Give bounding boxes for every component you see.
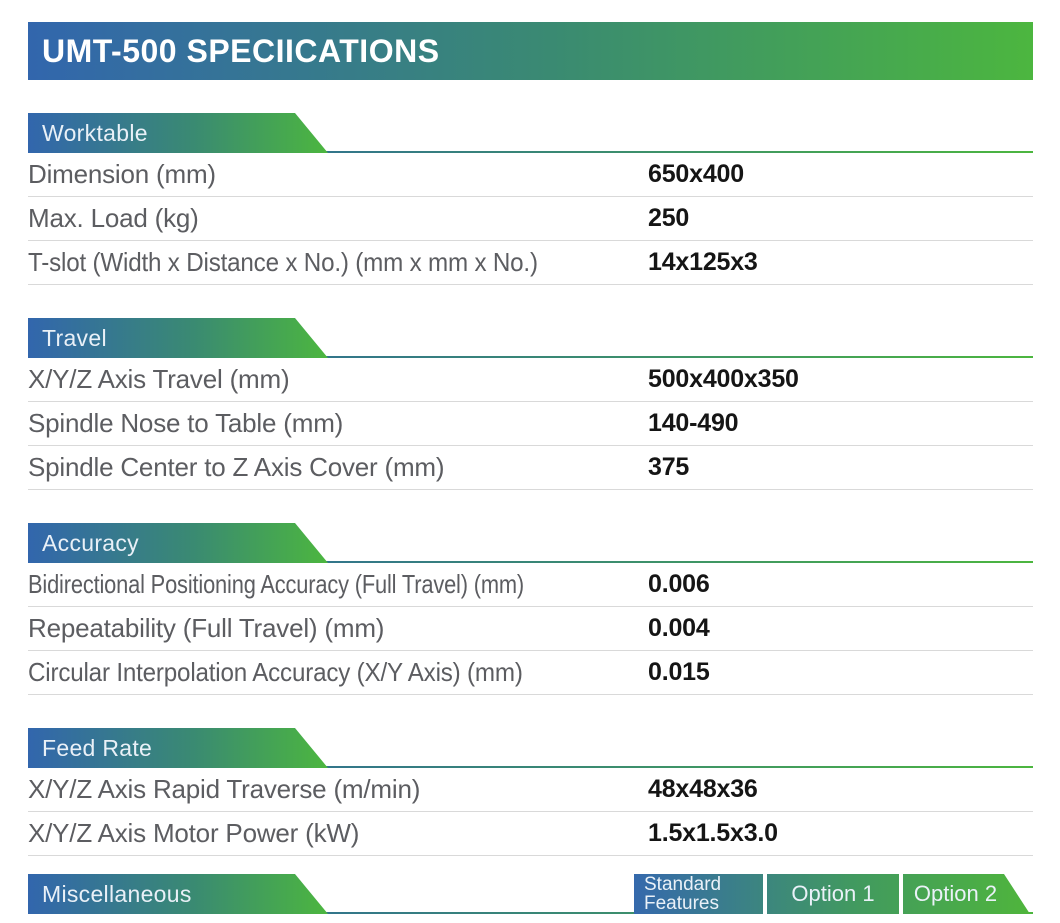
spec-value: 0.006 (648, 570, 710, 599)
column-header-line: Features (644, 894, 719, 913)
section-miscellaneous: Miscellaneous Standard Features Option 1… (28, 874, 1033, 914)
section-header-row: Accuracy (28, 523, 1033, 563)
section-banner: Accuracy (28, 523, 328, 563)
section-heading: Miscellaneous (42, 881, 192, 908)
spec-label: X/Y/Z Axis Motor Power (kW) (28, 818, 359, 849)
spec-value: 0.015 (648, 658, 710, 687)
section-heading: Worktable (42, 120, 148, 147)
option-header-block: Standard Features Option 1 Option 2 (634, 874, 1030, 914)
spec-label: Repeatability (Full Travel) (mm) (28, 613, 384, 644)
spec-value: 375 (648, 453, 689, 482)
column-header-line: Option 1 (791, 881, 874, 907)
section-header-row: Travel (28, 318, 1033, 358)
spec-value: 140-490 (648, 409, 738, 438)
page-title: UMT-500 SPECIICATIONS (42, 33, 440, 70)
section-accuracy: Accuracy Bidirectional Positioning Accur… (28, 523, 1033, 695)
column-header-standard-features: Standard Features (634, 874, 763, 914)
spec-row: Dimension (mm) 650x400 (28, 153, 1033, 197)
spec-value: 1.5x1.5x3.0 (648, 819, 778, 848)
spec-row: Max. Load (kg) 250 (28, 197, 1033, 241)
title-bar: UMT-500 SPECIICATIONS (28, 22, 1033, 80)
section-heading: Accuracy (42, 530, 139, 557)
section-banner: Travel (28, 318, 328, 358)
section-header-row: Worktable (28, 113, 1033, 153)
column-header-line: Option 2 (914, 881, 997, 907)
section-heading: Feed Rate (42, 735, 152, 762)
section-header-row: Miscellaneous Standard Features Option 1… (28, 874, 1033, 914)
section-heading: Travel (42, 325, 107, 352)
spec-label: X/Y/Z Axis Rapid Traverse (m/min) (28, 774, 420, 805)
spec-label: Spindle Nose to Table (mm) (28, 408, 343, 439)
section-travel: Travel X/Y/Z Axis Travel (mm) 500x400x35… (28, 318, 1033, 490)
section-banner: Miscellaneous (28, 874, 328, 914)
spec-value: 48x48x36 (648, 775, 758, 804)
spec-row: X/Y/Z Axis Rapid Traverse (m/min) 48x48x… (28, 768, 1033, 812)
section-header-row: Feed Rate (28, 728, 1033, 768)
spec-value: 650x400 (648, 160, 744, 189)
spec-row: T-slot (Width x Distance x No.) (mm x mm… (28, 241, 1033, 285)
spec-row: Repeatability (Full Travel) (mm) 0.004 (28, 607, 1033, 651)
spec-label: Circular Interpolation Accuracy (X/Y Axi… (28, 657, 523, 688)
spec-row: Spindle Center to Z Axis Cover (mm) 375 (28, 446, 1033, 490)
spec-label: X/Y/Z Axis Travel (mm) (28, 364, 289, 395)
spec-label: T-slot (Width x Distance x No.) (mm x mm… (28, 247, 538, 278)
spec-row: Bidirectional Positioning Accuracy (Full… (28, 563, 1033, 607)
spec-value: 14x125x3 (648, 248, 758, 277)
spec-row: Spindle Nose to Table (mm) 140-490 (28, 402, 1033, 446)
spec-value: 0.004 (648, 614, 710, 643)
column-header-option-1: Option 1 (767, 874, 899, 914)
spec-label: Bidirectional Positioning Accuracy (Full… (28, 569, 524, 600)
spec-row: Circular Interpolation Accuracy (X/Y Axi… (28, 651, 1033, 695)
spec-label: Max. Load (kg) (28, 203, 199, 234)
spec-value: 500x400x350 (648, 365, 799, 394)
spec-sheet: UMT-500 SPECIICATIONS Worktable Dimensio… (28, 0, 1033, 914)
section-banner: Feed Rate (28, 728, 328, 768)
section-worktable: Worktable Dimension (mm) 650x400 Max. Lo… (28, 113, 1033, 285)
spec-row: X/Y/Z Axis Travel (mm) 500x400x350 (28, 358, 1033, 402)
spec-label: Spindle Center to Z Axis Cover (mm) (28, 452, 444, 483)
spec-label: Dimension (mm) (28, 159, 216, 190)
column-header-option-2: Option 2 (903, 874, 1030, 914)
spec-row: X/Y/Z Axis Motor Power (kW) 1.5x1.5x3.0 (28, 812, 1033, 856)
section-banner: Worktable (28, 113, 328, 153)
section-feed-rate: Feed Rate X/Y/Z Axis Rapid Traverse (m/m… (28, 728, 1033, 856)
spec-value: 250 (648, 204, 689, 233)
column-header-line: Standard (644, 875, 721, 894)
